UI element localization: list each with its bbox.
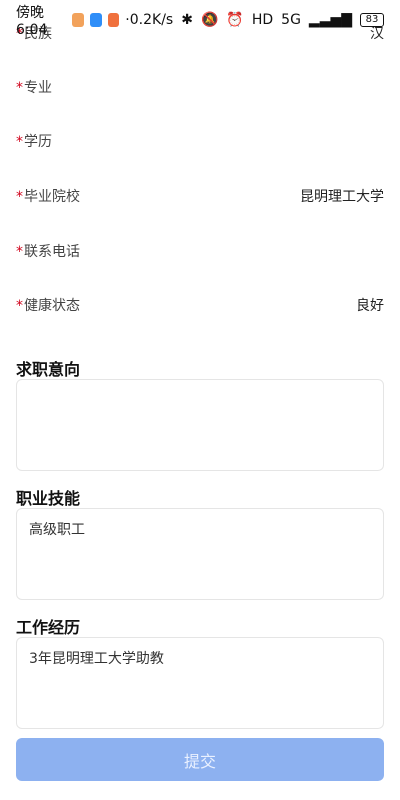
textarea-work-experience[interactable]: 3年昆明理工大学助教 xyxy=(16,637,384,729)
label-education: *学历 xyxy=(16,134,52,150)
label-school: *毕业院校 xyxy=(16,189,80,205)
message-notification-icon xyxy=(89,13,102,27)
app-notification-icon-2 xyxy=(107,13,120,27)
value-health: 良好 xyxy=(356,298,384,314)
hd-icon: HD xyxy=(251,12,274,28)
row-education[interactable]: *学历 xyxy=(16,116,384,166)
status-time: 傍晚6:04 xyxy=(16,5,48,38)
status-left: 傍晚6:04 · xyxy=(16,2,130,38)
label-major: *专业 xyxy=(16,80,52,96)
row-phone[interactable]: *联系电话 xyxy=(16,226,384,276)
value-school: 昆明理工大学 xyxy=(300,189,384,205)
section-title-skills: 职业技能 xyxy=(16,489,81,508)
signal-icon: ▂▃▅▇ xyxy=(308,12,352,28)
label-phone: *联系电话 xyxy=(16,244,80,260)
textarea-job-intention[interactable] xyxy=(16,379,384,471)
bluetooth-icon: ✱ xyxy=(181,12,193,28)
network-speed: 0.2K/s xyxy=(129,12,174,28)
status-bar: 傍晚6:04 · 0.2K/s ✱ 🔕 ⏰ HD 5G ▂▃▅▇ 83 xyxy=(0,0,400,40)
status-right: 0.2K/s ✱ 🔕 ⏰ HD 5G ▂▃▅▇ 83 xyxy=(130,12,384,28)
label-health: *健康状态 xyxy=(16,298,80,314)
battery-icon: 83 xyxy=(360,13,384,27)
section-title-job-intention: 求职意向 xyxy=(16,360,81,379)
mute-icon: 🔕 xyxy=(200,12,219,28)
section-title-work-experience: 工作经历 xyxy=(16,618,81,637)
submit-button[interactable]: 提交 xyxy=(16,738,384,781)
app-notification-icon xyxy=(72,13,84,27)
alarm-icon: ⏰ xyxy=(226,12,244,28)
row-school[interactable]: *毕业院校 昆明理工大学 xyxy=(16,171,384,221)
textarea-skills[interactable]: 高级职工 xyxy=(16,508,384,600)
row-major[interactable]: *专业 xyxy=(16,62,384,112)
row-health[interactable]: *健康状态 良好 xyxy=(16,280,384,330)
network-type: 5G xyxy=(281,12,301,28)
battery-level: 83 xyxy=(365,14,379,25)
